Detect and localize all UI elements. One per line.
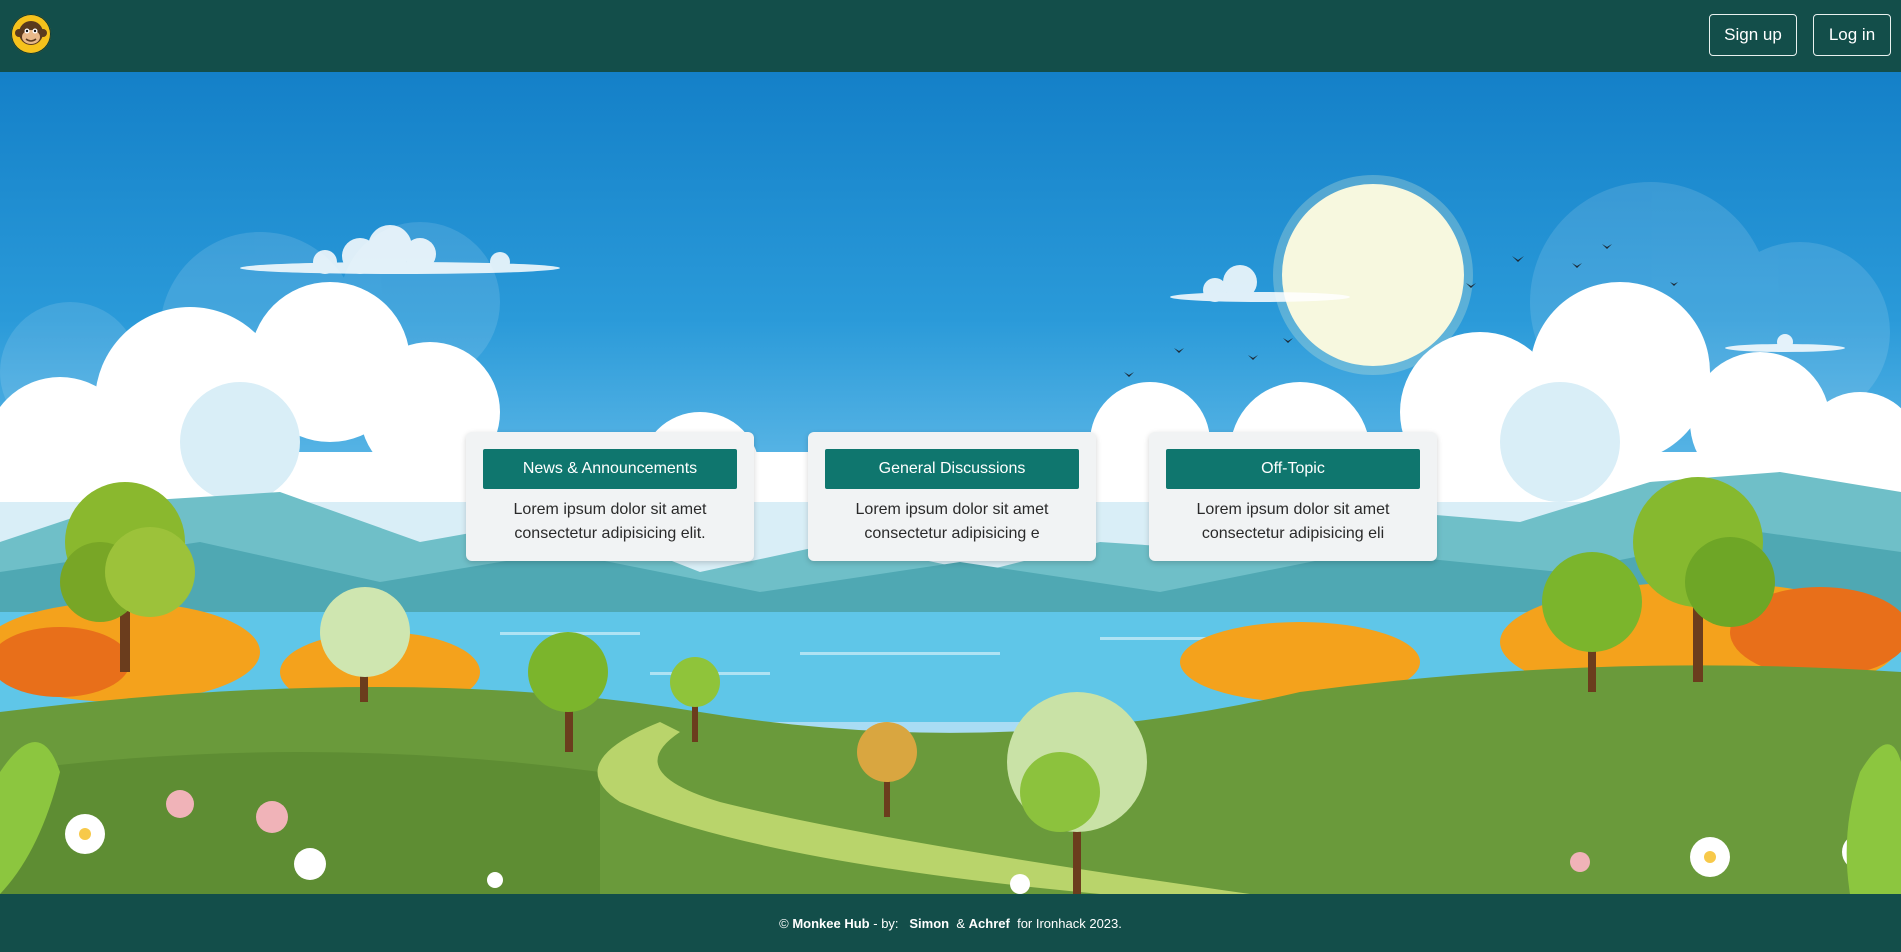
footer-brand: Monkee Hub <box>792 915 870 931</box>
footer-suffix: for Ironhack 2023. <box>1017 915 1122 931</box>
monkey-logo-icon[interactable] <box>11 14 51 54</box>
footer-author-achref[interactable]: Achref <box>969 916 1010 931</box>
forum-card-offtopic: Off-Topic Lorem ipsum dolor sit amet con… <box>1149 432 1437 561</box>
card-description: Lorem ipsum dolor sit amet consectetur a… <box>1196 501 1390 542</box>
log-in-button[interactable]: Log in <box>1813 14 1891 56</box>
navbar: Sign up Log in <box>0 0 1901 72</box>
hero-landscape: News & Announcements Lorem ipsum dolor s… <box>0 72 1901 894</box>
footer: © Monkee Hub - by: Simon & Achref for Ir… <box>0 894 1901 952</box>
general-discussions-button[interactable]: General Discussions <box>825 449 1079 489</box>
footer-author-simon[interactable]: Simon <box>909 916 949 931</box>
footer-ampersand: & <box>956 915 966 931</box>
off-topic-button[interactable]: Off-Topic <box>1166 449 1420 489</box>
sign-up-button[interactable]: Sign up <box>1709 14 1797 56</box>
copyright-symbol: © <box>779 915 789 931</box>
card-description: Lorem ipsum dolor sit amet consectetur a… <box>855 501 1049 542</box>
footer-by: - by: <box>873 915 899 931</box>
card-description: Lorem ipsum dolor sit amet consectetur a… <box>513 501 707 542</box>
forum-card-news: News & Announcements Lorem ipsum dolor s… <box>466 432 754 561</box>
forum-card-general: General Discussions Lorem ipsum dolor si… <box>808 432 1096 561</box>
news-announcements-button[interactable]: News & Announcements <box>483 449 737 489</box>
